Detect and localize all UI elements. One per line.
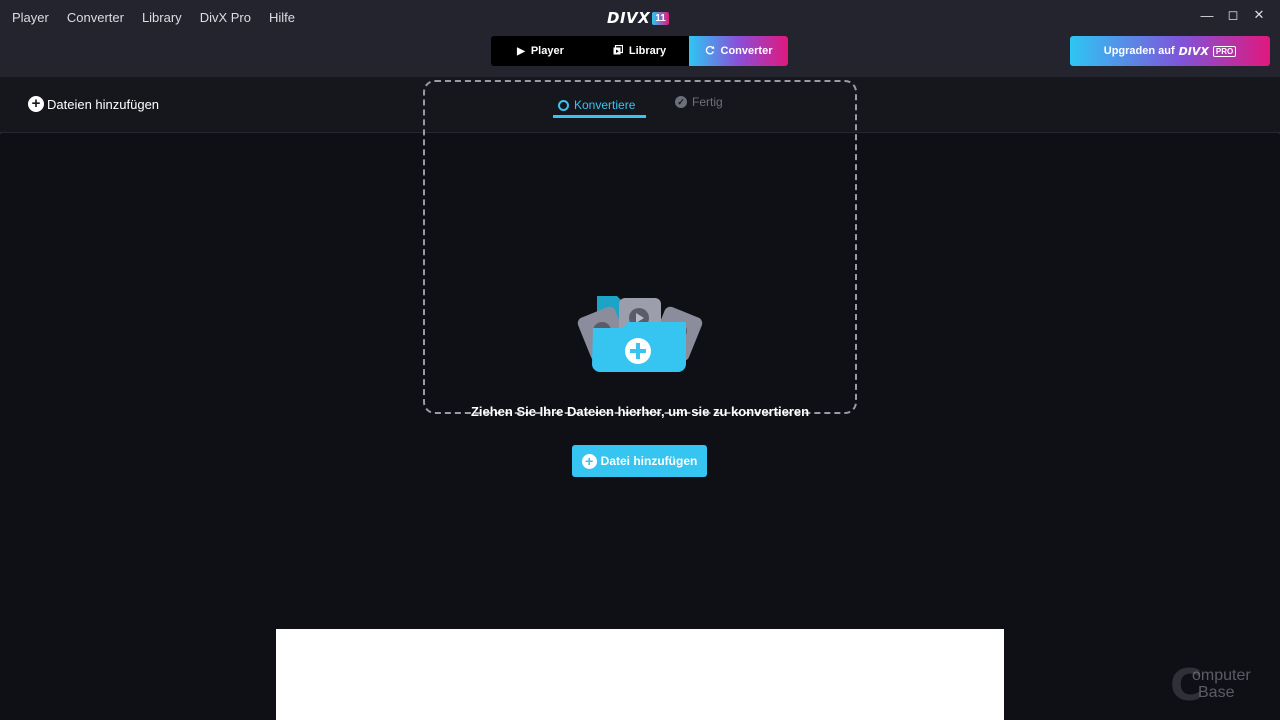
mode-tab-library-label: Library <box>628 45 667 57</box>
mode-tab-player-label: Player <box>530 45 564 57</box>
minimize-button[interactable]: — <box>1194 6 1220 24</box>
app-logo: DIVX 11 <box>607 9 669 27</box>
add-circle-icon: + <box>581 453 597 469</box>
computerbase-watermark: C omputer Base <box>1170 664 1274 712</box>
logo-version-badge: 11 <box>652 11 669 25</box>
watermark-line-1: omputer <box>1192 667 1251 684</box>
mode-tab-library[interactable]: Library <box>590 36 689 66</box>
mode-switcher: ▶ Player Library Converter <box>491 36 788 66</box>
add-files-label: Dateien hinzufügen <box>47 96 160 112</box>
folder-add-icon <box>575 288 705 378</box>
logo-text: DIVX <box>607 9 651 27</box>
close-button[interactable]: ✕ <box>1246 6 1272 24</box>
title-bar: Player Converter Library DivX Pro Hilfe … <box>0 0 1280 77</box>
blank-panel <box>276 629 1004 720</box>
add-files-button[interactable]: + Dateien hinzufügen <box>28 96 159 112</box>
menu-converter[interactable]: Converter <box>67 10 124 26</box>
play-icon: ▶ <box>517 45 525 57</box>
add-circle-icon: + <box>28 96 44 112</box>
drop-zone-text: Ziehen Sie Ihre Dateien hierher, um sie … <box>470 404 810 419</box>
menu-divx-pro[interactable]: DivX Pro <box>200 10 251 26</box>
window-controls: — ◻ ✕ <box>1194 6 1272 24</box>
mode-tab-player[interactable]: ▶ Player <box>491 36 590 66</box>
upgrade-label: Upgraden auf <box>1103 45 1175 57</box>
menu-help[interactable]: Hilfe <box>269 10 295 26</box>
upgrade-pro-badge: PRO <box>1212 45 1237 57</box>
maximize-button[interactable]: ◻ <box>1220 6 1246 24</box>
upgrade-button[interactable]: Upgraden auf DIVX PRO <box>1070 36 1270 66</box>
mode-tab-converter-label: Converter <box>720 45 773 57</box>
watermark-line-2: Base <box>1198 684 1235 701</box>
mode-tab-converter[interactable]: Converter <box>689 36 788 66</box>
menu-player[interactable]: Player <box>12 10 49 26</box>
menu-library[interactable]: Library <box>142 10 182 26</box>
menu-bar: Player Converter Library DivX Pro Hilfe <box>12 10 313 26</box>
refresh-icon <box>705 45 715 58</box>
library-icon <box>613 44 623 58</box>
add-file-button[interactable]: + Datei hinzufügen <box>572 445 707 477</box>
upgrade-brand: DIVX <box>1178 44 1209 58</box>
add-file-button-label: Datei hinzufügen <box>600 454 698 468</box>
